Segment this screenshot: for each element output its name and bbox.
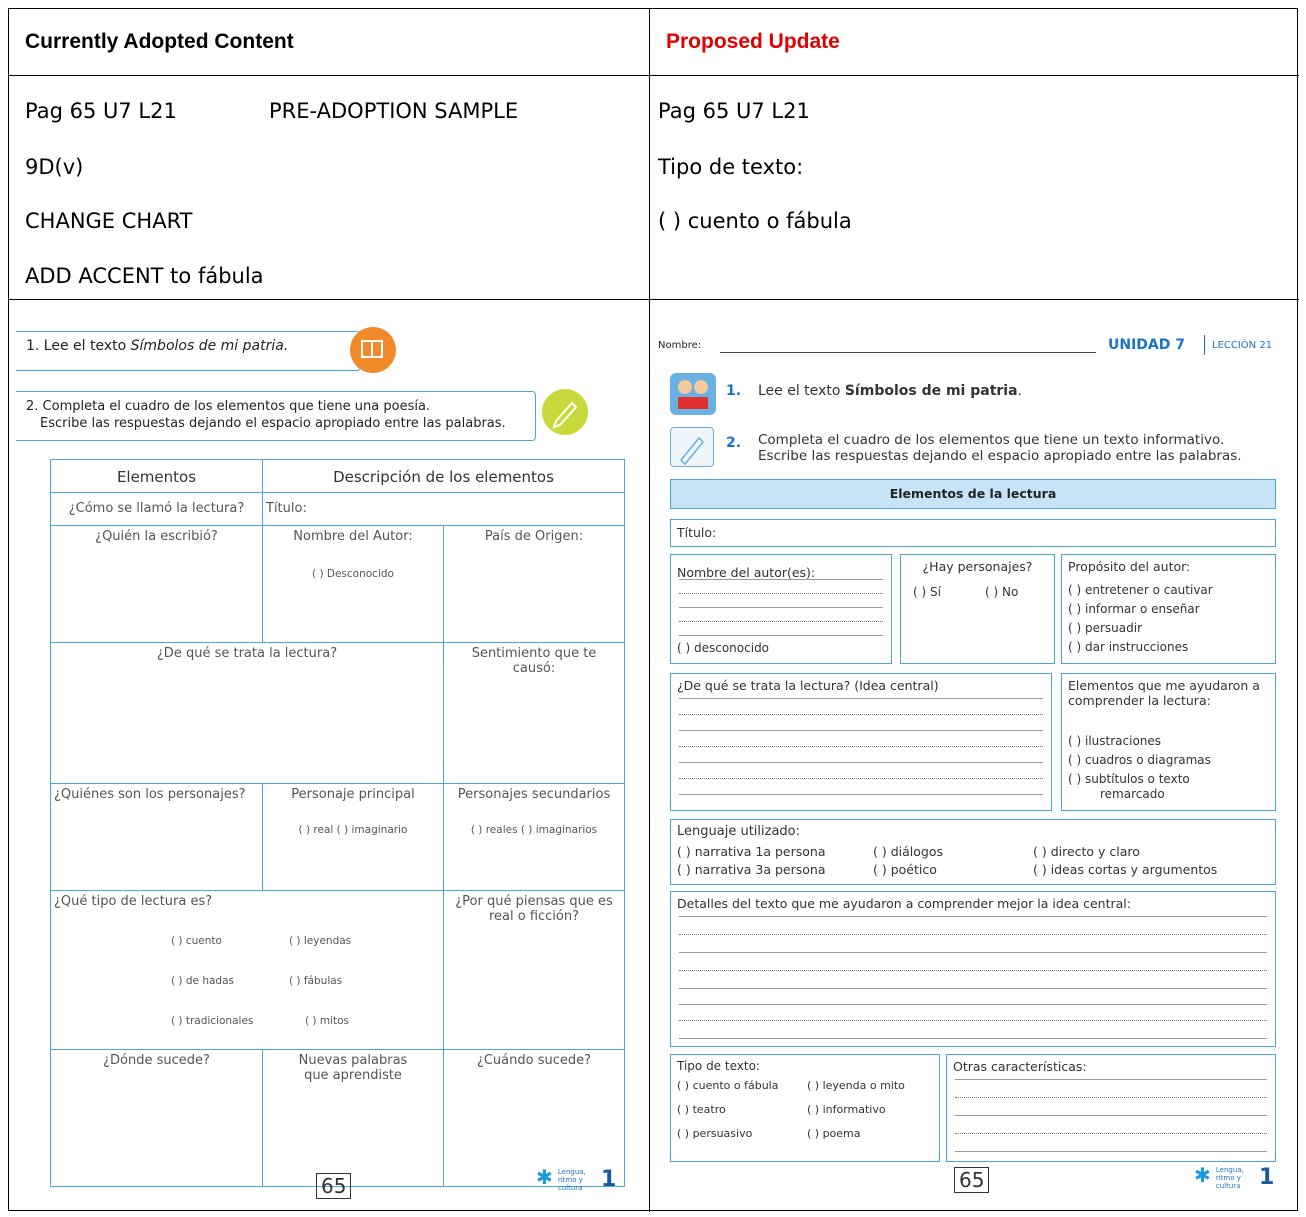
rule <box>679 593 883 594</box>
purpose-box: Propósito del autor: ( ) entretener o ca… <box>1061 554 1276 664</box>
main-character-field: Personaje principal ( ) real ( ) imagina… <box>262 783 444 891</box>
rule <box>679 730 1043 731</box>
col-header-elements: Elementos <box>50 459 263 493</box>
new-words-field: Nuevas palabras que aprendiste <box>262 1049 444 1187</box>
page-number: 65 <box>316 1173 352 1199</box>
current-note-change: CHANGE CHART <box>25 209 193 233</box>
instruction-2-text: Completa el cuadro de los elementos que … <box>758 432 1242 464</box>
star-icon: ✱ <box>1194 1163 1211 1187</box>
current-note-standard: 9D(v) <box>25 155 84 179</box>
q-characters: ¿Quiénes son los personajes? <box>50 783 263 891</box>
rule <box>955 1133 1267 1134</box>
rule <box>679 952 1267 953</box>
rule <box>679 934 1267 935</box>
central-idea-box: ¿De qué se trata la lectura? (Idea centr… <box>670 673 1052 811</box>
rule <box>679 970 1267 971</box>
rule <box>679 1020 1267 1021</box>
instruction-1: 1. Lee el texto Símbolos de mi patria. <box>16 331 361 371</box>
notes-divider <box>9 299 1299 300</box>
elements-banner: Elementos de la lectura <box>670 479 1276 509</box>
proposed-note-option: ( ) cuento o fábula <box>658 209 852 233</box>
publisher-logo: ✱ Lengua, ritmo y cultura 1 <box>1194 1163 1275 1190</box>
rule <box>679 778 1043 779</box>
rule <box>679 714 1043 715</box>
q-about: ¿De qué se trata la lectura? <box>50 642 444 784</box>
rule <box>679 794 1043 795</box>
author-box: Nombre del autor(es): ( ) desconocido <box>670 554 892 664</box>
proposed-header: Proposed Update <box>666 30 840 53</box>
rule <box>955 1151 1267 1152</box>
star-icon: ✱ <box>536 1165 553 1189</box>
current-worksheet: 1. Lee el texto Símbolos de mi patria. 2… <box>16 325 636 1207</box>
rule <box>955 1079 1267 1080</box>
rule <box>955 1115 1267 1116</box>
col-header-description: Descripción de los elementos <box>262 459 625 493</box>
proposed-note-page: Pag 65 U7 L21 <box>658 99 810 123</box>
characters-box: ¿Hay personajes? ( ) Sí ( ) No <box>900 554 1055 664</box>
rule <box>679 988 1267 989</box>
rule <box>955 1097 1267 1098</box>
proposed-worksheet: Nombre: UNIDAD 7 LECCIÓN 21 1. Lee el te… <box>648 325 1288 1207</box>
text-type-box: Tipo de texto: ( ) cuento o fábula ( ) l… <box>670 1054 940 1162</box>
rule <box>679 916 1267 917</box>
feeling-field: Sentimiento que te causó: <box>443 642 625 784</box>
name-label: Nombre: <box>658 340 702 351</box>
current-header: Currently Adopted Content <box>25 30 294 53</box>
where-field: ¿Dónde sucede? <box>50 1049 263 1187</box>
children-reading-icon <box>670 373 716 415</box>
current-note-page: Pag 65 U7 L21 <box>25 99 177 123</box>
instruction-1-text: Lee el texto Símbolos de mi patria. <box>758 383 1022 399</box>
instruction-1-number: 1. <box>726 383 742 399</box>
real-fiction-field: ¿Por qué piensas que es real o ficción? <box>443 890 625 1050</box>
lesson-label: LECCIÓN 21 <box>1212 340 1273 351</box>
rule <box>679 762 1043 763</box>
rule <box>679 607 883 608</box>
publisher-logo: ✱ Lengua, ritmo y cultura 1 <box>536 1165 617 1192</box>
title-box: Título: <box>670 519 1276 547</box>
details-box: Detalles del texto que me ayudaron a com… <box>670 891 1276 1047</box>
q-title: ¿Cómo se llamó la lectura? <box>50 492 263 526</box>
rule <box>679 621 883 622</box>
title-field: Título: <box>262 492 625 526</box>
q-reading-type: ¿Qué tipo de lectura es? ( ) cuento ( ) … <box>50 890 444 1050</box>
instruction-2-number: 2. <box>726 435 742 451</box>
page-number: 65 <box>954 1167 990 1193</box>
unit-divider <box>1204 335 1205 355</box>
rule <box>679 1038 1267 1039</box>
rule <box>679 698 1043 699</box>
proposed-note-type: Tipo de texto: <box>658 155 804 179</box>
current-note-sample: PRE-ADOPTION SAMPLE <box>269 99 519 123</box>
name-line <box>720 352 1096 353</box>
q-author: ¿Quién la escribió? <box>50 525 263 643</box>
country-field: País de Origen: <box>443 525 625 643</box>
rule <box>679 635 883 636</box>
book-icon <box>350 327 396 373</box>
current-note-accent: ADD ACCENT to fábula <box>25 264 264 288</box>
other-features-box: Otras características: <box>946 1054 1276 1162</box>
pencil-icon <box>542 389 588 435</box>
rule <box>679 579 883 580</box>
helper-elements-box: Elementos que me ayudaron a comprender l… <box>1061 673 1276 811</box>
header-divider <box>9 75 1299 76</box>
pencil-paper-icon <box>670 427 714 467</box>
author-field: Nombre del Autor: ( ) Desconocido <box>262 525 444 643</box>
rule <box>679 746 1043 747</box>
rule <box>679 1004 1267 1005</box>
secondary-characters-field: Personajes secundarios ( ) reales ( ) im… <box>443 783 625 891</box>
instruction-2: 2. Completa el cuadro de los elementos q… <box>16 391 536 441</box>
unit-label: UNIDAD 7 <box>1108 337 1185 353</box>
language-box: Lenguaje utilizado: ( ) narrativa 1a per… <box>670 819 1276 885</box>
